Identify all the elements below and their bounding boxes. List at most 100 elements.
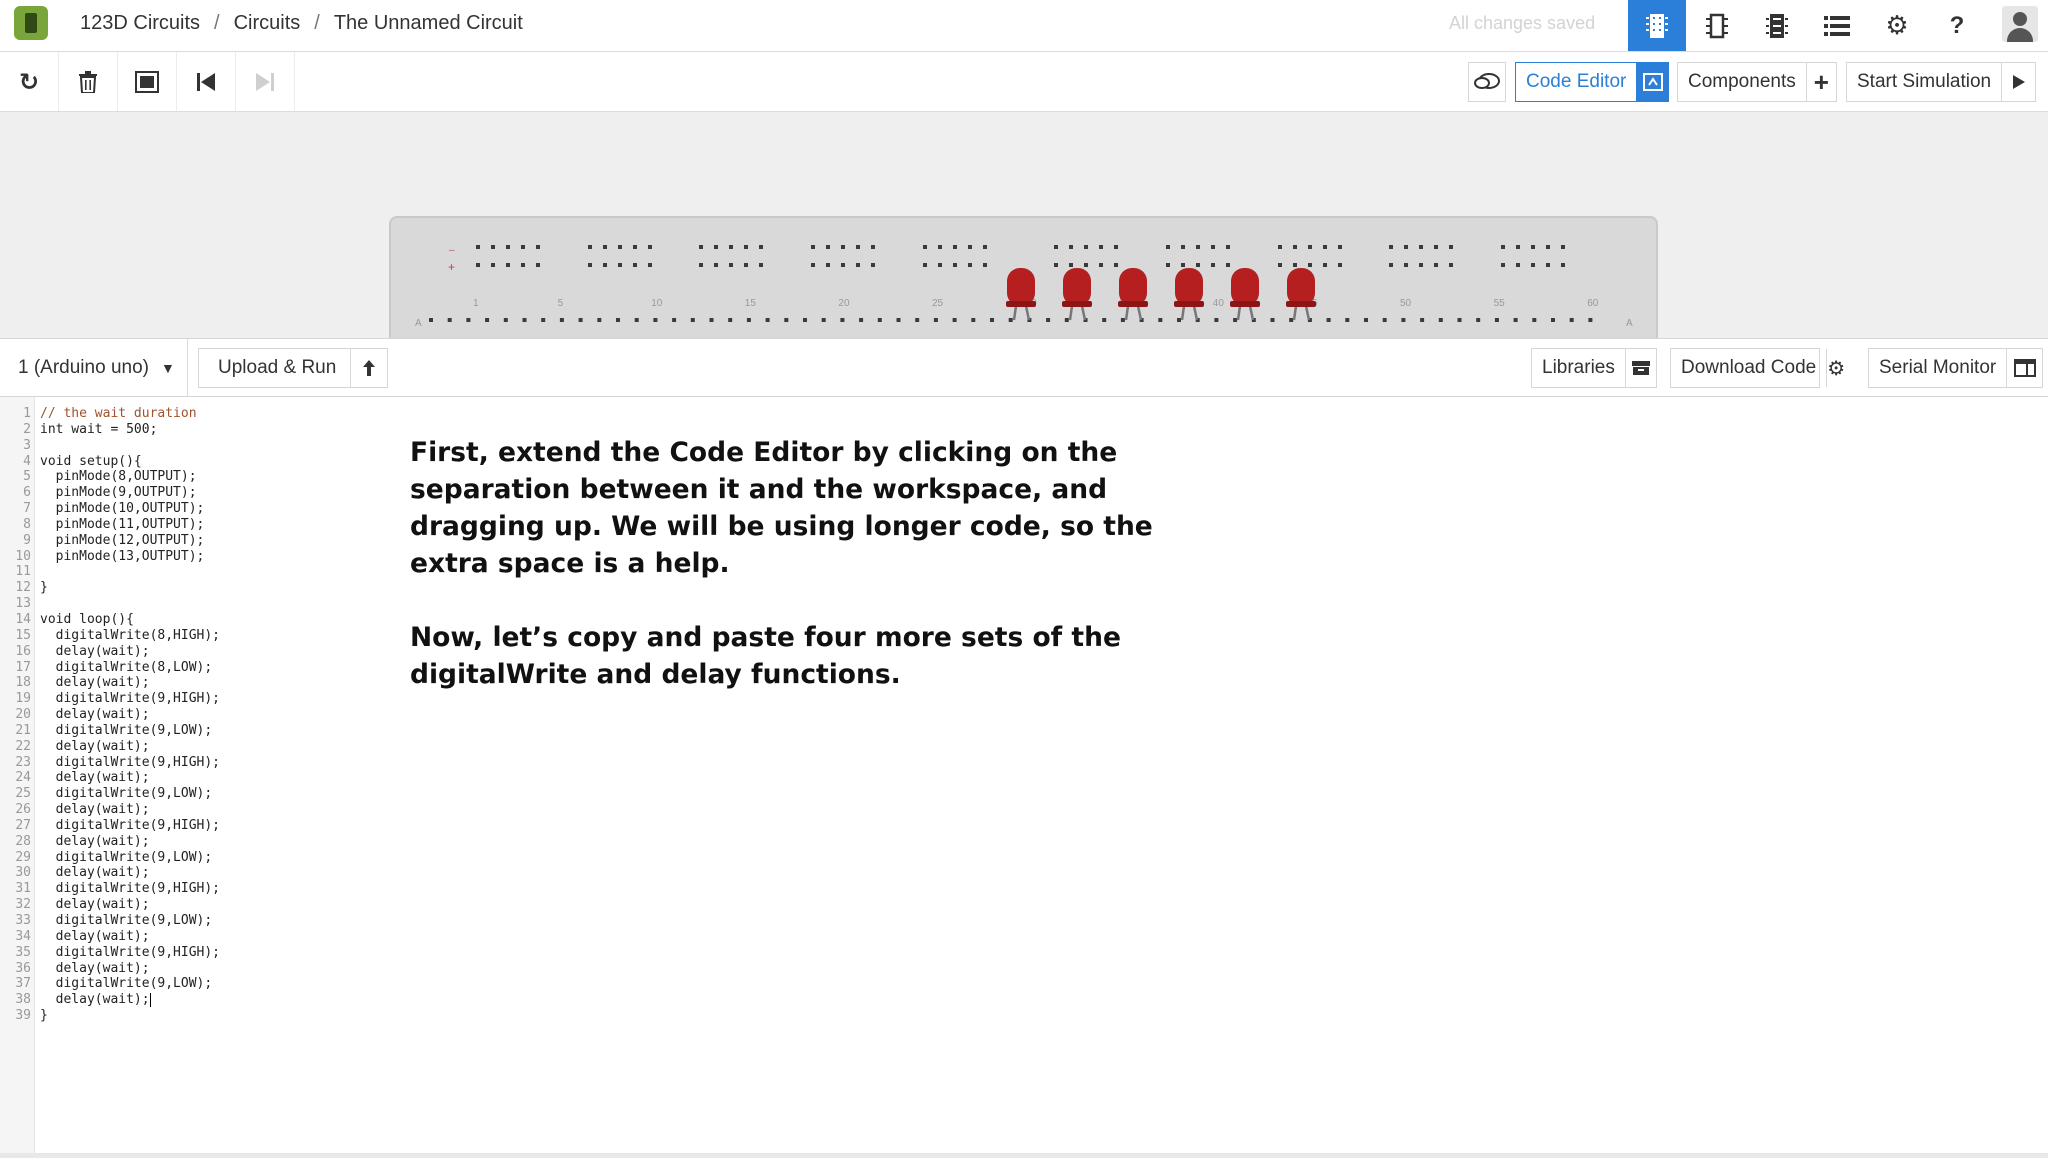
save-status: All changes saved	[1449, 13, 1596, 33]
rail-hole	[603, 245, 607, 249]
delete-button[interactable]	[59, 52, 118, 111]
rail-hole	[618, 245, 622, 249]
terminal-hole	[1214, 318, 1219, 322]
rail-hole	[536, 263, 540, 267]
rotate-icon: ↻	[18, 67, 40, 96]
rail-hole	[1561, 263, 1565, 267]
line-number: 8	[23, 516, 31, 532]
rail-hole	[811, 245, 815, 249]
line-number: 5	[23, 469, 31, 485]
led	[1175, 268, 1203, 306]
rail-hole	[1278, 263, 1282, 267]
breadcrumb-app[interactable]: 123D Circuits	[80, 12, 200, 34]
component-list-button[interactable]	[1808, 0, 1866, 51]
terminal-hole	[578, 318, 583, 322]
terminal-hole	[1345, 318, 1350, 322]
terminal-hole	[1064, 318, 1069, 322]
terminal-hole	[429, 318, 433, 322]
line-number: 18	[15, 675, 31, 691]
led-leg	[1192, 305, 1199, 321]
comment-button[interactable]	[1468, 62, 1506, 102]
rail-hole	[1114, 263, 1118, 267]
row-label-left: A	[415, 318, 422, 329]
rail-hole	[1546, 245, 1550, 249]
breadboard-view-button[interactable]	[1628, 0, 1686, 51]
terminal-hole	[1569, 318, 1574, 322]
rail-hole	[1338, 263, 1342, 267]
fit-to-screen-button[interactable]	[118, 52, 177, 111]
terminal-hole	[1476, 318, 1481, 322]
column-label: 5	[558, 298, 564, 309]
pcb-view-button[interactable]	[1748, 0, 1806, 51]
rail-hole	[826, 263, 830, 267]
led	[1063, 268, 1091, 306]
code-line: delay(wait);	[40, 802, 150, 818]
terminal-hole	[1532, 318, 1537, 322]
download-code-button[interactable]: Download Code ⚙	[1670, 348, 1845, 388]
rail-hole	[759, 263, 763, 267]
line-number: 28	[15, 833, 31, 849]
code-editor-button[interactable]: Code Editor	[1515, 62, 1669, 102]
component-list-icon	[1824, 15, 1850, 36]
libraries-button[interactable]: Libraries	[1531, 348, 1657, 388]
terminal-hole	[653, 318, 658, 322]
start-simulation-label: Start Simulation	[1857, 71, 1992, 92]
upload-run-button[interactable]: Upload & Run	[198, 348, 388, 388]
code-line: pinMode(8,OUTPUT);	[40, 469, 197, 485]
rail-hole	[714, 245, 718, 249]
help-button[interactable]: ?	[1928, 0, 1986, 51]
avatar[interactable]	[2002, 6, 2038, 42]
workspace-canvas[interactable]: –+151015202530354045505560AA	[0, 112, 2048, 338]
terminal-hole	[1420, 318, 1425, 322]
components-button[interactable]: Components +	[1677, 62, 1837, 102]
step-forward-button[interactable]	[236, 52, 295, 111]
code-line: delay(wait);	[40, 675, 150, 691]
rail-hole	[1308, 245, 1312, 249]
terminal-hole	[541, 318, 546, 322]
line-numbers: 1 2 3 4 5 6 7 8 9 10 11 12 13 14 15 16 17 18 19 20 21 22 23 24 2…	[0, 406, 31, 1024]
code-text[interactable]: // the wait duration int wait = 500; void …	[40, 406, 220, 1024]
terminal-hole	[1401, 318, 1406, 322]
breadboard[interactable]: –+151015202530354045505560AA	[389, 216, 1658, 338]
rail-hole	[1516, 245, 1520, 249]
code-line: delay(wait);	[40, 960, 150, 976]
line-number: 7	[23, 501, 31, 517]
settings-button[interactable]: ⚙	[1868, 0, 1926, 51]
archive-icon	[1624, 349, 1656, 387]
line-number: 33	[15, 913, 31, 928]
start-simulation-button[interactable]: Start Simulation	[1846, 62, 2036, 102]
skip-forward-icon	[256, 72, 274, 91]
breadcrumb-circuits[interactable]: Circuits	[234, 12, 301, 34]
rail-hole	[521, 263, 525, 267]
terminal-hole	[1102, 318, 1107, 322]
instruction-paragraph-1: First, extend the Code Editor by clickin…	[410, 437, 1153, 579]
rotate-button[interactable]: ↻	[0, 52, 59, 111]
pcb-view-icon	[1766, 13, 1788, 38]
led-leg	[1236, 305, 1242, 321]
rail-hole	[1196, 245, 1200, 249]
app-logo[interactable]	[14, 6, 48, 40]
breadcrumb-circuit-name[interactable]: The Unnamed Circuit	[334, 12, 523, 34]
rail-hole	[729, 263, 733, 267]
code-line: delay(wait);	[40, 770, 150, 786]
led-rim	[1174, 301, 1204, 307]
rail-hole	[1211, 263, 1215, 267]
rail-hole	[1166, 263, 1170, 267]
schematic-view-button[interactable]	[1688, 0, 1746, 51]
terminal-hole	[1457, 318, 1462, 322]
line-number: 16	[15, 643, 31, 659]
terminal-hole	[1588, 318, 1593, 322]
terminal-hole	[672, 318, 677, 322]
led	[1231, 268, 1259, 306]
step-back-button[interactable]	[177, 52, 236, 111]
column-label: 60	[1587, 298, 1599, 309]
gear-icon: ⚙	[1885, 10, 1909, 41]
code-line: pinMode(11,OUTPUT);	[40, 516, 205, 532]
serial-monitor-button[interactable]: Serial Monitor	[1868, 348, 2043, 388]
instruction-paragraph-2: Now, let’s copy and paste four more sets…	[410, 622, 1121, 690]
speech-bubble-icon	[1474, 73, 1500, 89]
rail-hole	[1501, 245, 1505, 249]
line-number: 6	[23, 485, 31, 501]
board-select[interactable]: 1 (Arduino uno) ▼	[0, 339, 188, 396]
